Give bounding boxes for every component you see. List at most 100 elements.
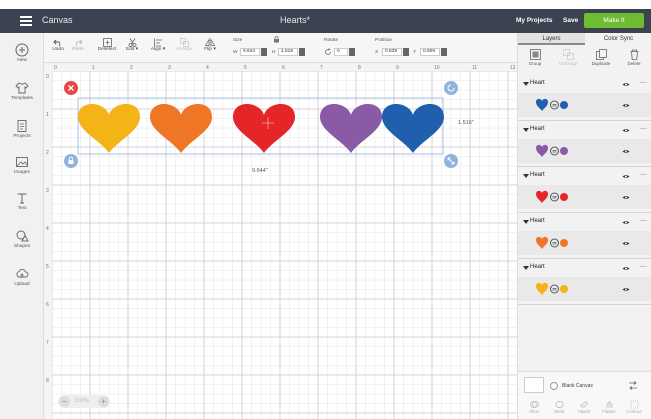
arrange-menu-button[interactable]: Arrange (172, 38, 196, 52)
color-swatch[interactable] (560, 285, 568, 293)
cut-operation-icon (550, 238, 559, 248)
attach-button[interactable]: Attach (572, 400, 596, 414)
edit-menu-button[interactable]: Edit ▾ (122, 38, 142, 52)
layer-header[interactable]: Heart — (518, 167, 651, 185)
collapse-caret-icon[interactable] (523, 266, 529, 270)
width-stepper[interactable] (261, 48, 267, 56)
tab-color-sync[interactable]: Color Sync (585, 33, 651, 45)
save-link[interactable]: Save (563, 17, 578, 24)
scale-handle[interactable] (444, 154, 458, 168)
height-stepper[interactable] (299, 48, 305, 56)
rotate-handle[interactable] (444, 81, 458, 95)
eye-icon[interactable] (622, 82, 630, 87)
layer-group[interactable]: Heart — (518, 213, 651, 259)
eye-icon[interactable] (622, 220, 630, 225)
color-swatch[interactable] (560, 101, 568, 109)
group-button[interactable]: Group (521, 49, 549, 66)
layer-item[interactable] (518, 185, 651, 209)
collapse-caret-icon[interactable] (523, 82, 529, 86)
swap-icon[interactable] (628, 381, 638, 390)
lock-ratio-icon[interactable] (273, 36, 280, 43)
color-swatch[interactable] (560, 147, 568, 155)
height-input[interactable]: 1.516 (278, 48, 298, 56)
color-swatch[interactable] (560, 193, 568, 201)
make-it-button[interactable]: Make It (584, 13, 644, 28)
plus-icon (15, 43, 29, 57)
layer-header[interactable]: Heart — (518, 213, 651, 231)
tab-layers[interactable]: Layers (518, 33, 585, 45)
layer-group[interactable]: Heart — (518, 167, 651, 213)
more-icon[interactable]: — (640, 79, 647, 86)
layer-group[interactable]: Heart — (518, 121, 651, 167)
x-position-stepper[interactable] (403, 48, 409, 56)
more-icon[interactable]: — (640, 171, 647, 178)
zoom-control: − 100% + (58, 395, 110, 408)
align-menu-button[interactable]: Align ▾ (148, 38, 168, 52)
eye-icon[interactable] (622, 174, 630, 179)
sidebar-item-text[interactable]: Text (0, 191, 44, 211)
width-input[interactable]: 9.644 (240, 48, 260, 56)
rotate-input[interactable]: 0 (334, 48, 348, 56)
document-title: Hearts* (280, 15, 311, 25)
collapse-caret-icon[interactable] (523, 220, 529, 224)
y-position-input[interactable]: 0.609 (420, 48, 440, 56)
blank-canvas-swatch[interactable] (524, 377, 544, 393)
ungroup-button[interactable]: UnGroup (554, 49, 582, 66)
layer-item[interactable] (518, 93, 651, 117)
eye-icon[interactable] (622, 241, 630, 246)
zoom-out-button[interactable]: − (59, 396, 70, 407)
lock-handle[interactable] (64, 154, 78, 168)
heart-shape[interactable] (320, 104, 382, 153)
contour-button[interactable]: Contour (622, 400, 646, 414)
redo-button[interactable]: Redo (70, 38, 86, 52)
collapse-caret-icon[interactable] (523, 128, 529, 132)
hamburger-menu-icon[interactable] (20, 16, 32, 26)
undo-button[interactable]: Undo (50, 38, 66, 52)
my-projects-link[interactable]: My Projects (516, 17, 553, 24)
eye-icon[interactable] (622, 128, 630, 133)
flip-menu-button[interactable]: Flip ▾ (200, 38, 220, 52)
layer-header[interactable]: Heart — (518, 75, 651, 93)
more-icon[interactable]: — (640, 217, 647, 224)
eye-icon[interactable] (622, 287, 630, 292)
hearts-group[interactable] (78, 104, 444, 153)
delete-handle[interactable] (64, 81, 78, 95)
blank-canvas-radio[interactable] (550, 382, 558, 390)
eye-icon[interactable] (622, 149, 630, 154)
sidebar-item-new[interactable]: New (0, 43, 44, 63)
x-position-input[interactable]: 0.639 (382, 48, 402, 56)
sidebar-item-projects[interactable]: Projects (0, 119, 44, 139)
eye-icon[interactable] (622, 266, 630, 271)
deselect-button[interactable]: Deselect (96, 38, 118, 52)
slice-button[interactable]: Slice (522, 400, 546, 414)
collapse-caret-icon[interactable] (523, 174, 529, 178)
blank-canvas-label: Blank Canvas (562, 383, 593, 389)
more-icon[interactable]: — (640, 263, 647, 270)
more-icon[interactable]: — (640, 125, 647, 132)
flatten-button[interactable]: Flatten (597, 400, 621, 414)
layer-item[interactable] (518, 231, 651, 255)
sidebar-item-upload[interactable]: Upload (0, 267, 44, 287)
weld-button[interactable]: Weld (547, 400, 571, 414)
delete-button[interactable]: Delete (620, 49, 648, 66)
eye-icon[interactable] (622, 195, 630, 200)
layer-group[interactable]: Heart — (518, 259, 651, 305)
ruler-tick-label: 2 (130, 65, 133, 71)
sidebar-item-templates[interactable]: Templates (0, 81, 44, 101)
layer-item[interactable] (518, 277, 651, 301)
duplicate-button[interactable]: Duplicate (587, 49, 615, 66)
design-canvas[interactable]: 0 1 2 3 4 5 6 7 8 9 10 11 12 012345678 1.516" 9.644" (44, 63, 517, 419)
deselect-icon (102, 38, 112, 47)
color-swatch[interactable] (560, 239, 568, 247)
zoom-in-button[interactable]: + (98, 396, 109, 407)
eye-icon[interactable] (622, 103, 630, 108)
layer-header[interactable]: Heart — (518, 121, 651, 139)
layer-item[interactable] (518, 139, 651, 163)
sidebar-item-shapes[interactable]: Shapes (0, 229, 44, 249)
rotate-stepper[interactable] (349, 48, 355, 56)
heart-shape[interactable] (150, 104, 212, 153)
y-position-stepper[interactable] (441, 48, 447, 56)
layer-header[interactable]: Heart — (518, 259, 651, 277)
sidebar-item-images[interactable]: Images (0, 155, 44, 175)
layer-group[interactable]: Heart — (518, 75, 651, 121)
